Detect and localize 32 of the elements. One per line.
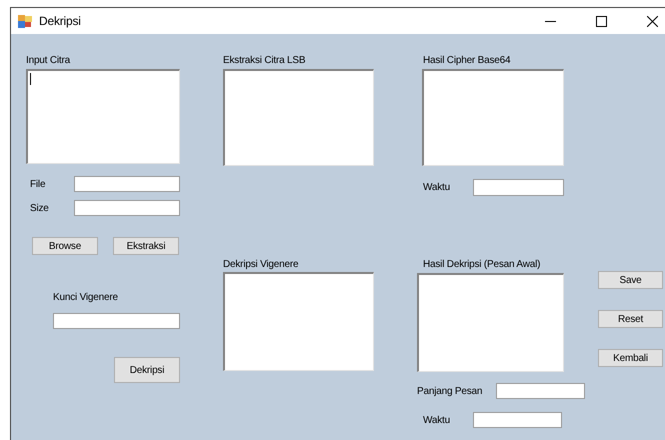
button[interactable]: Reset — [598, 310, 663, 328]
close-icon[interactable] — [646, 16, 658, 26]
text-area[interactable] — [417, 273, 564, 372]
input-field[interactable] — [53, 313, 180, 329]
text-area[interactable] — [223, 272, 374, 371]
button[interactable]: Save — [598, 271, 663, 289]
field-label: Panjang Pesan — [417, 384, 484, 398]
field-label: Dekripsi Vigenere — [223, 258, 298, 271]
field-label: File — [30, 178, 46, 190]
field-label: Hasil Dekripsi (Pesan Awal) — [423, 258, 540, 271]
text-area[interactable] — [26, 69, 180, 164]
field-label: Size — [30, 202, 50, 214]
button[interactable]: Kembali — [598, 349, 663, 367]
text-area[interactable] — [223, 69, 374, 166]
app-icon — [18, 14, 32, 28]
input-field[interactable] — [496, 383, 585, 399]
field-label: Hasil Cipher Base64 — [423, 54, 510, 67]
input-field[interactable] — [473, 412, 562, 428]
input-field[interactable] — [473, 179, 564, 196]
field-label: Waktu — [423, 414, 451, 426]
field-label: Kunci Vigenere — [53, 291, 118, 304]
input-field[interactable] — [74, 200, 180, 216]
field-label: Input Citra — [26, 54, 70, 67]
window-title: Dekripsi — [39, 14, 81, 28]
maximize-icon[interactable] — [596, 16, 606, 26]
text-area[interactable] — [422, 69, 564, 166]
field-label: Waktu — [423, 181, 451, 194]
field-label: Ekstraksi Citra LSB — [223, 54, 306, 67]
dekripsi-button[interactable]: Dekripsi — [114, 357, 180, 383]
input-field[interactable] — [74, 176, 180, 192]
button[interactable]: Ekstraksi — [113, 237, 179, 255]
button[interactable]: Browse — [32, 237, 98, 255]
